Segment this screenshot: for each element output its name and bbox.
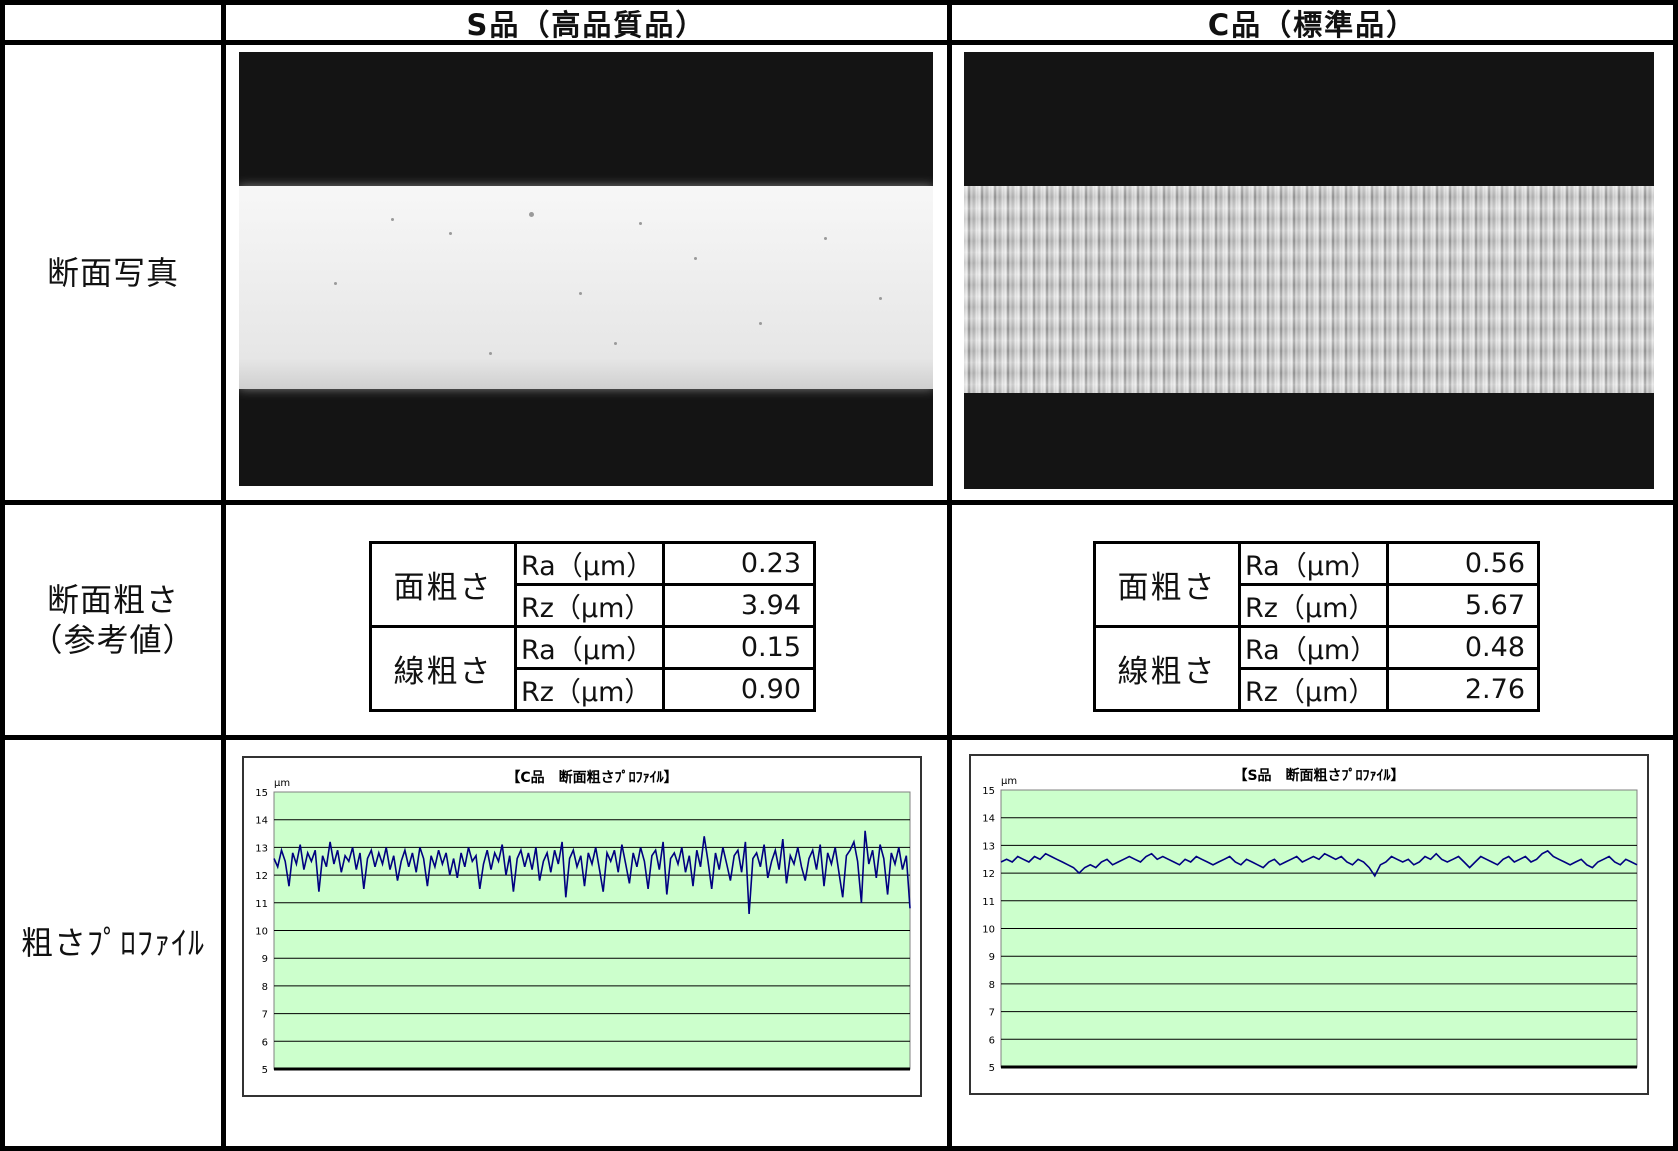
photo-s-speck <box>489 352 492 355</box>
roughness-label-line2: （参考値） <box>30 621 196 659</box>
group-line-roughness: 線粗さ <box>1093 625 1241 712</box>
chart-title: 【C品 断面粗さﾌﾟﾛﾌｧｲﾙ】 <box>506 769 677 786</box>
y-axis-unit: μm <box>274 778 290 789</box>
grid-hline-2 <box>0 500 1678 505</box>
value-cell: 3.94 <box>662 583 816 628</box>
y-tick-label: 7 <box>262 1010 268 1021</box>
y-tick-label: 5 <box>989 1063 995 1074</box>
y-tick-label: 8 <box>262 982 268 993</box>
photo-s-speck <box>614 342 617 345</box>
y-tick-label: 6 <box>262 1037 268 1048</box>
y-tick-label: 7 <box>989 1008 995 1019</box>
table-row: 線粗さ Ra（μm） 0.48 <box>1093 625 1540 712</box>
photo-s-speck <box>391 218 394 221</box>
roughness-table-s: 面粗さ Ra（μm） 0.23 Rz（μm） 3.94 線粗さ Ra（μm） 0… <box>369 541 816 712</box>
profile-chart-s: 【S品 断面粗さﾌﾟﾛﾌｧｲﾙ】 μm 5 6 7 8 9 10 11 12 13 14 15 <box>969 754 1649 1095</box>
grid-vline-2 <box>947 0 952 1151</box>
y-tick-label: 11 <box>982 897 995 908</box>
table-row: 面粗さ Ra（μm） 0.56 <box>1093 541 1540 628</box>
cross-section-photo-s <box>239 52 933 486</box>
column-header-c: C品（標準品） <box>1207 7 1418 42</box>
y-tick-label: 13 <box>255 843 268 854</box>
photo-s-speck <box>694 257 697 260</box>
y-tick-label: 9 <box>262 954 268 965</box>
y-axis-unit: μm <box>1001 776 1017 787</box>
y-tick-label: 15 <box>255 788 268 799</box>
photo-s-speck <box>759 322 762 325</box>
value-cell: 0.90 <box>662 667 816 712</box>
photo-s-speck <box>879 297 882 300</box>
param-cell: Ra（μm） <box>1238 541 1389 586</box>
y-tick-label: 13 <box>982 841 995 852</box>
photo-s-speck <box>529 212 534 217</box>
table-row: 面粗さ Ra（μm） 0.23 <box>369 541 816 628</box>
value-cell: 0.23 <box>662 541 816 586</box>
param-cell: Rz（μm） <box>514 583 665 628</box>
y-tick-label: 9 <box>989 952 995 963</box>
profile-chart-s-svg: 【S品 断面粗さﾌﾟﾛﾌｧｲﾙ】 μm 5 6 7 8 9 10 11 12 13 14 15 <box>982 767 1638 1074</box>
photo-s-speck <box>639 222 642 225</box>
value-cell: 0.48 <box>1386 625 1540 670</box>
group-surface-roughness: 面粗さ <box>369 541 517 628</box>
group-line-roughness: 線粗さ <box>369 625 517 712</box>
photo-s-speck <box>334 282 337 285</box>
y-tick-label: 15 <box>982 786 995 797</box>
row-label-photo: 断面写真 <box>46 253 179 292</box>
y-tick-label: 5 <box>262 1065 268 1076</box>
y-tick-label: 14 <box>255 816 268 827</box>
row-label-profile: 粗さﾌﾟﾛﾌｧｲﾙ <box>20 924 205 962</box>
grid-vline-1 <box>221 0 226 1151</box>
value-cell: 2.76 <box>1386 667 1540 712</box>
photo-s-speck <box>579 292 582 295</box>
value-cell: 5.67 <box>1386 583 1540 628</box>
value-cell: 0.15 <box>662 625 816 670</box>
y-tick-label: 14 <box>982 814 995 825</box>
param-cell: Rz（μm） <box>1238 583 1389 628</box>
param-cell: Rz（μm） <box>1238 667 1389 712</box>
group-surface-roughness: 面粗さ <box>1093 541 1241 628</box>
row-label-roughness: 断面粗さ （参考値） <box>5 505 221 735</box>
cross-section-photo-c <box>964 52 1654 489</box>
photo-c-band-shading <box>964 186 1654 393</box>
photo-s-band <box>239 186 933 389</box>
photo-s-speck <box>449 232 452 235</box>
y-tick-label: 12 <box>255 871 268 882</box>
chart-title: 【S品 断面粗さﾌﾟﾛﾌｧｲﾙ】 <box>1233 767 1404 784</box>
grid-hline-1 <box>0 40 1678 45</box>
param-cell: Ra（μm） <box>514 541 665 586</box>
profile-chart-c: 【C品 断面粗さﾌﾟﾛﾌｧｲﾙ】 μm 5 6 7 8 9 10 11 12 13 14 15 <box>242 756 922 1097</box>
y-tick-label: 11 <box>255 899 268 910</box>
y-tick-label: 12 <box>982 869 995 880</box>
param-cell: Ra（μm） <box>514 625 665 670</box>
table-row: 線粗さ Ra（μm） 0.15 <box>369 625 816 712</box>
profile-chart-c-svg: 【C品 断面粗さﾌﾟﾛﾌｧｲﾙ】 μm 5 6 7 8 9 10 11 12 13 14 15 <box>255 769 911 1076</box>
roughness-label-line1: 断面粗さ <box>46 581 179 619</box>
grid-hline-3 <box>0 735 1678 740</box>
value-cell: 0.56 <box>1386 541 1540 586</box>
column-header-s: S品（高品質品） <box>466 7 707 42</box>
y-tick-label: 8 <box>989 980 995 991</box>
photo-s-speck <box>824 237 827 240</box>
y-tick-label: 10 <box>255 927 268 938</box>
y-tick-label: 10 <box>982 925 995 936</box>
y-tick-label: 6 <box>989 1035 995 1046</box>
param-cell: Ra（μm） <box>1238 625 1389 670</box>
param-cell: Rz（μm） <box>514 667 665 712</box>
roughness-table-c: 面粗さ Ra（μm） 0.56 Rz（μm） 5.67 線粗さ Ra（μm） 0… <box>1093 541 1540 712</box>
